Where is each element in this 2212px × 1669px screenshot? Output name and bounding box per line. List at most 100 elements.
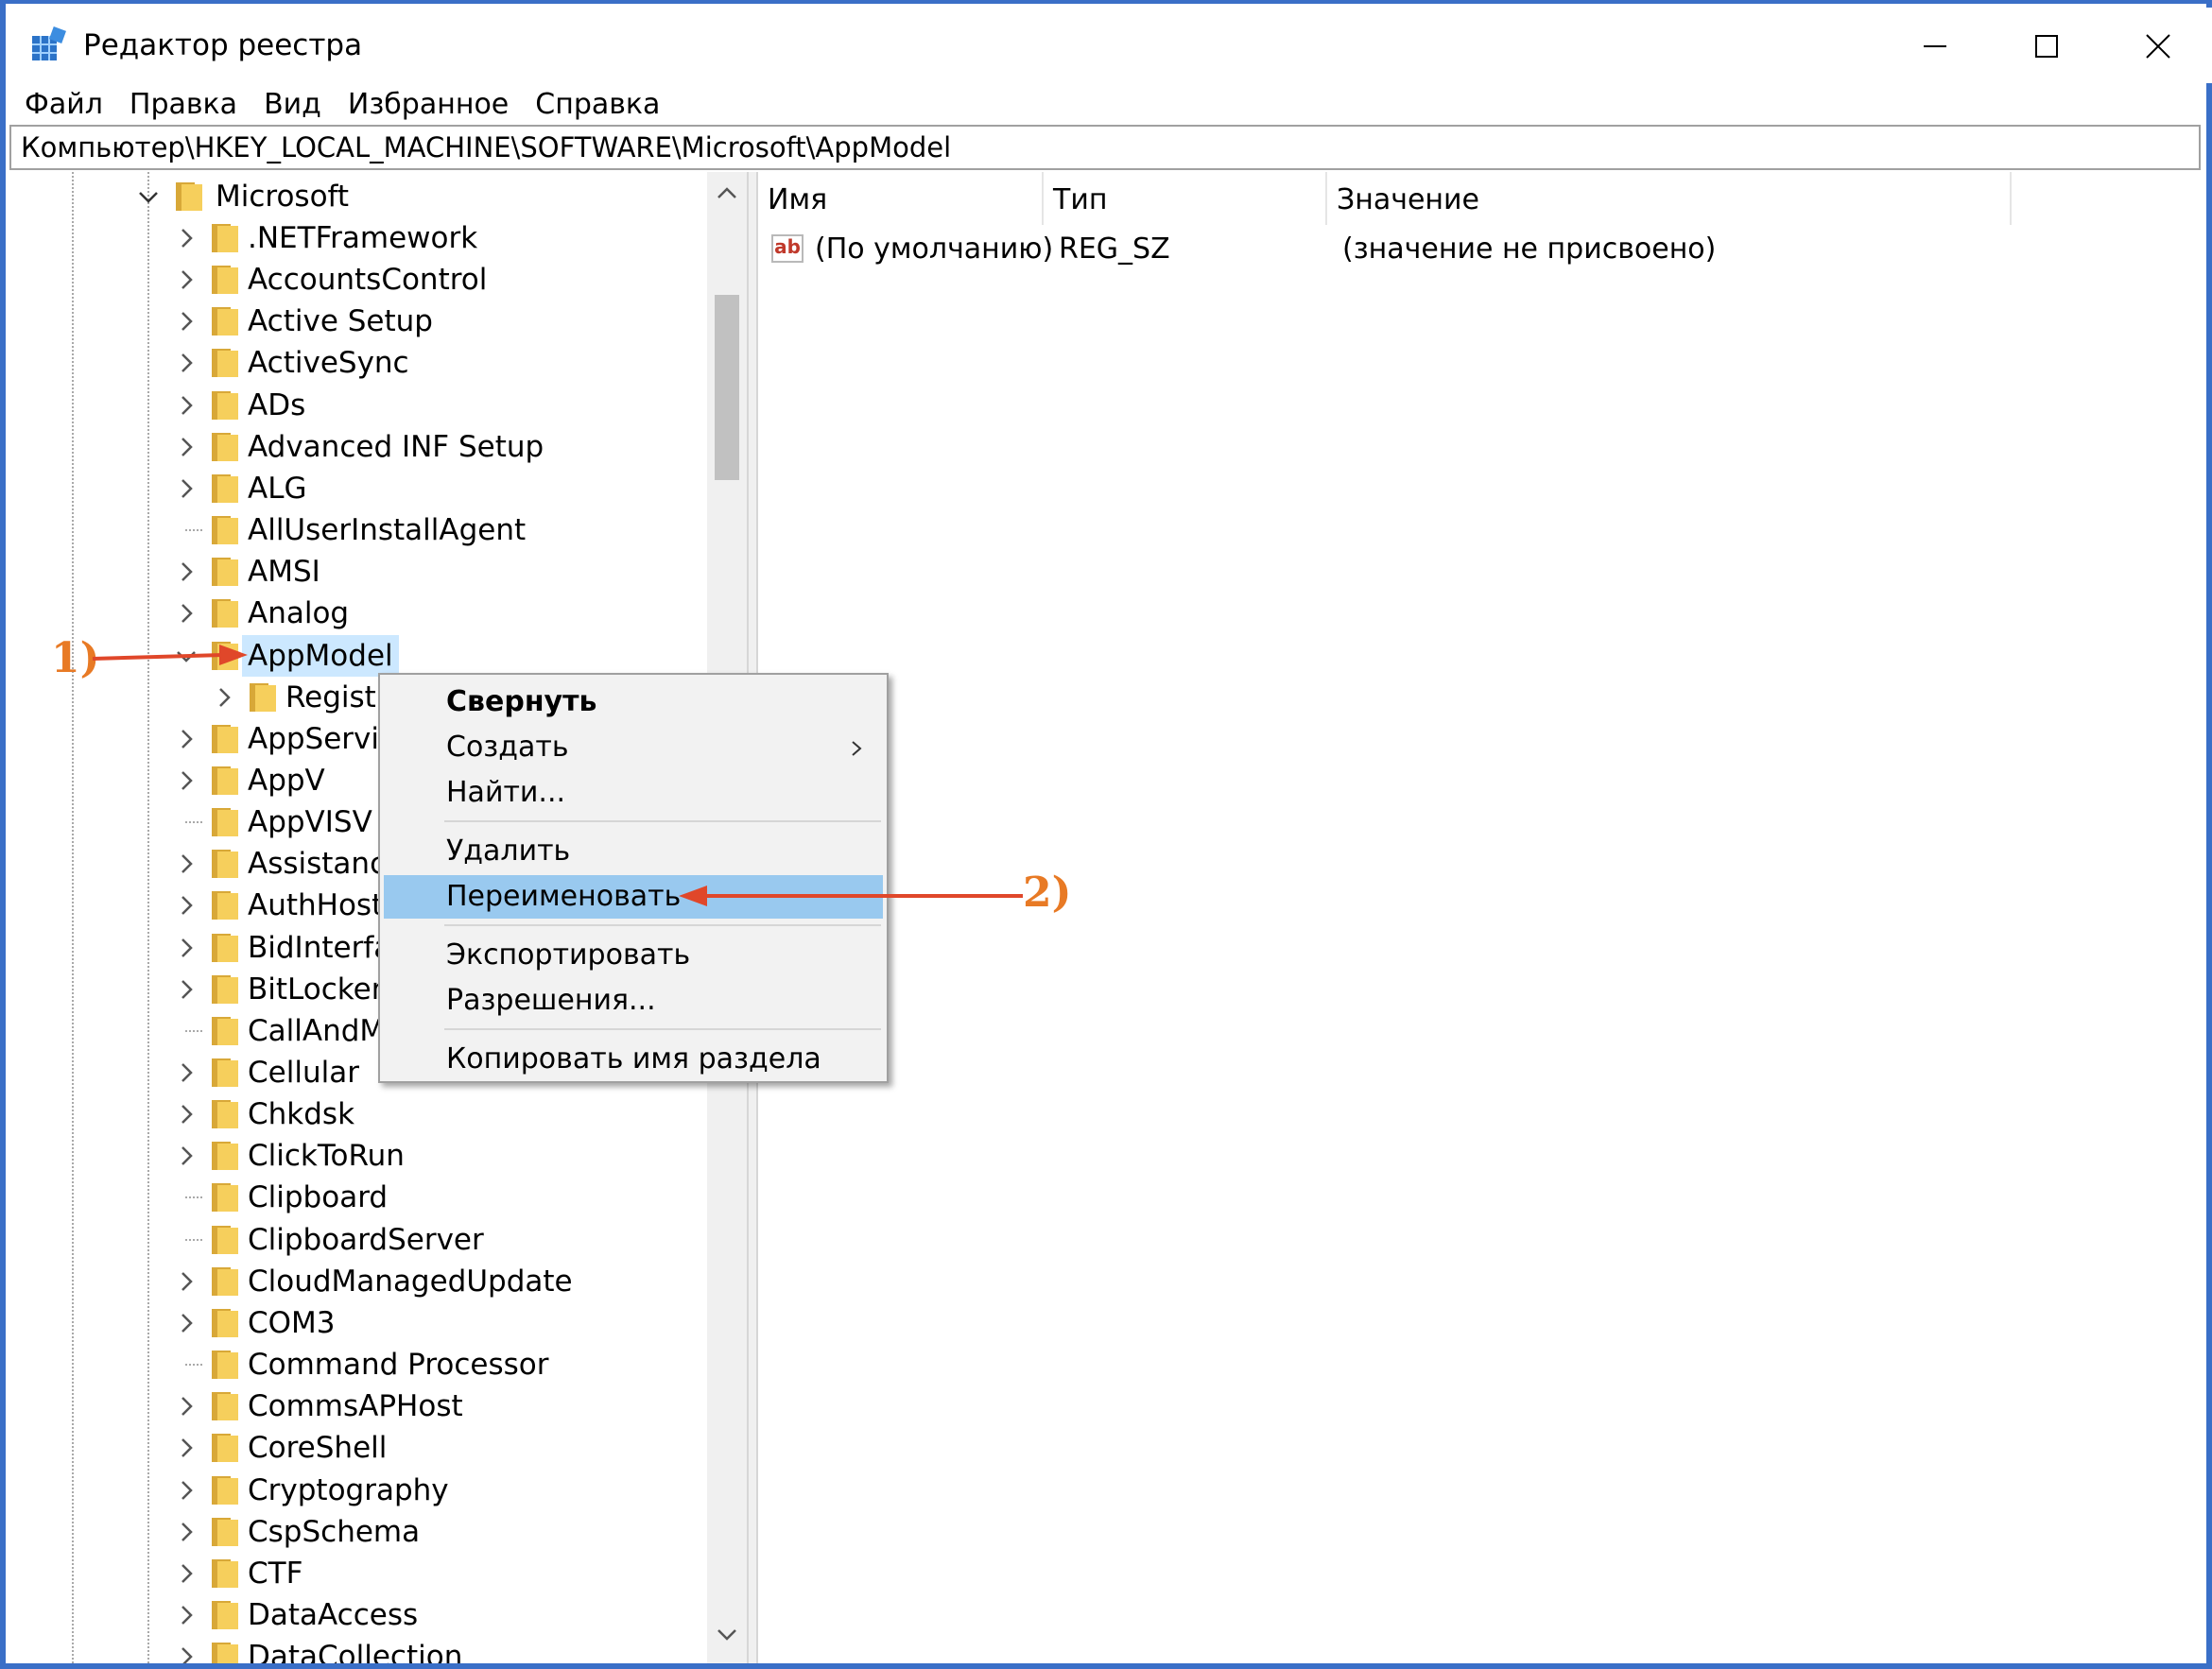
chevron-down-icon[interactable] [176,645,197,666]
chevron-right-icon[interactable] [176,1563,197,1584]
chevron-right-icon[interactable] [176,437,197,457]
chevron-right-icon[interactable] [176,938,197,958]
tree-item[interactable]: ALG [9,468,709,509]
folder-icon [212,307,238,336]
tree-item[interactable]: .NETFramework [9,217,709,259]
folder-icon [212,1142,238,1171]
scrollbar-thumb[interactable] [715,295,739,480]
tree-connector [185,1029,202,1032]
tree-item[interactable]: Advanced INF Setup [9,426,709,468]
chevron-right-icon[interactable] [176,1480,197,1501]
tree-item-label: BitLocker [248,972,384,1007]
tree-item[interactable]: AMSI [9,551,709,593]
menu-item-permissions[interactable]: Разрешения... [384,979,883,1023]
column-header-value[interactable]: Значение [1327,172,2012,225]
folder-icon [212,1266,238,1296]
menu-item-export[interactable]: Экспортировать [384,934,883,977]
tree-item[interactable]: CTF [9,1553,709,1594]
menu-item-new[interactable]: Создать [384,726,883,769]
tree-item[interactable]: CspSchema [9,1511,709,1553]
tree-item-label: AllUserInstallAgent [248,513,527,548]
menu-edit[interactable]: Правка [130,83,237,127]
tree-item[interactable]: CommsAPHost [9,1385,709,1427]
chevron-right-icon[interactable] [176,1605,197,1626]
tree-item-label: Analog [248,596,350,631]
chevron-right-icon[interactable] [176,979,197,1000]
close-button[interactable] [2106,15,2210,77]
chevron-down-icon[interactable] [138,186,159,207]
title-bar[interactable]: Редактор реестра [11,8,2212,83]
tree-item-microsoft[interactable]: Microsoft [9,176,709,217]
folder-icon [212,1016,238,1045]
scroll-up-icon[interactable] [717,185,737,200]
tree-item[interactable]: ActiveSync [9,342,709,384]
tree-item[interactable]: AccountsControl [9,259,709,301]
chevron-right-icon[interactable] [176,1522,197,1542]
chevron-right-icon[interactable] [176,353,197,373]
chevron-right-icon[interactable] [176,269,197,290]
values-list: Имя Тип Значение ab (По умолчанию) REG_S… [758,172,2206,1663]
menu-file[interactable]: Файл [25,83,103,127]
chevron-right-icon[interactable] [176,395,197,416]
menu-item-copy-key-name[interactable]: Копировать имя раздела [384,1038,883,1081]
menu-favorites[interactable]: Избранное [348,83,509,127]
folder-icon [212,1475,238,1505]
tree-item-label: CTF [248,1556,303,1591]
chevron-right-icon[interactable] [176,770,197,791]
column-header-type[interactable]: Тип [1044,172,1327,225]
tree-item[interactable]: AppModel [9,634,709,677]
menu-item-rename[interactable]: Переименовать [384,875,883,919]
tree-item-label: Cryptography [248,1472,449,1507]
tree-item[interactable]: Analog [9,593,709,634]
tree-item[interactable]: CoreShell [9,1427,709,1469]
tree-item[interactable]: ClickToRun [9,1135,709,1177]
column-header-name[interactable]: Имя [758,172,1044,225]
chevron-right-icon[interactable] [176,895,197,916]
tree-item[interactable]: Chkdsk [9,1093,709,1135]
chevron-right-icon[interactable] [176,1646,197,1663]
tree-item[interactable]: DataAccess [9,1594,709,1636]
tree-item-label: ADs [248,387,306,422]
chevron-right-icon[interactable] [176,1313,197,1333]
folder-icon [212,766,238,795]
tree-item[interactable]: Cryptography [9,1470,709,1511]
minimize-button[interactable] [1883,15,1987,77]
menu-help[interactable]: Справка [535,83,660,127]
value-type: REG_SZ [1059,232,1170,266]
tree-item[interactable]: CloudManagedUpdate [9,1261,709,1302]
maximize-button[interactable] [1995,15,2099,77]
chevron-right-icon[interactable] [176,1145,197,1166]
chevron-right-icon[interactable] [176,1396,197,1417]
tree-item[interactable]: Clipboard [9,1177,709,1218]
folder-icon [212,1434,238,1463]
chevron-right-icon[interactable] [176,1271,197,1292]
menu-view[interactable]: Вид [264,83,321,127]
chevron-right-icon[interactable] [176,228,197,249]
chevron-right-icon[interactable] [176,311,197,332]
chevron-right-icon[interactable] [176,729,197,749]
tree-item[interactable]: DataCollection [9,1636,709,1663]
tree-item[interactable]: ClipboardServer [9,1219,709,1261]
folder-icon [212,1351,238,1380]
menu-item-find[interactable]: Найти... [384,771,883,815]
menu-item-delete[interactable]: Удалить [384,830,883,873]
chevron-right-icon[interactable] [176,1104,197,1125]
chevron-right-icon[interactable] [214,687,234,708]
tree-item[interactable]: AllUserInstallAgent [9,509,709,551]
scroll-down-icon[interactable] [717,1627,737,1643]
tree-item[interactable]: Command Processor [9,1344,709,1385]
tree-item[interactable]: ADs [9,385,709,426]
tree-item[interactable]: Active Setup [9,301,709,342]
tree-item-label: ALG [248,471,307,506]
chevron-right-icon[interactable] [176,561,197,582]
chevron-right-icon[interactable] [176,853,197,874]
annotation-step-1: 1) [51,634,100,682]
address-bar[interactable]: Компьютер\HKEY_LOCAL_MACHINE\SOFTWARE\Mi… [9,125,2201,170]
menu-item-collapse[interactable]: Свернуть [384,680,883,724]
chevron-right-icon[interactable] [176,1062,197,1083]
chevron-right-icon[interactable] [176,1437,197,1458]
chevron-right-icon[interactable] [176,603,197,624]
chevron-right-icon[interactable] [176,478,197,499]
tree-item[interactable]: COM3 [9,1302,709,1344]
folder-icon [212,1308,238,1337]
